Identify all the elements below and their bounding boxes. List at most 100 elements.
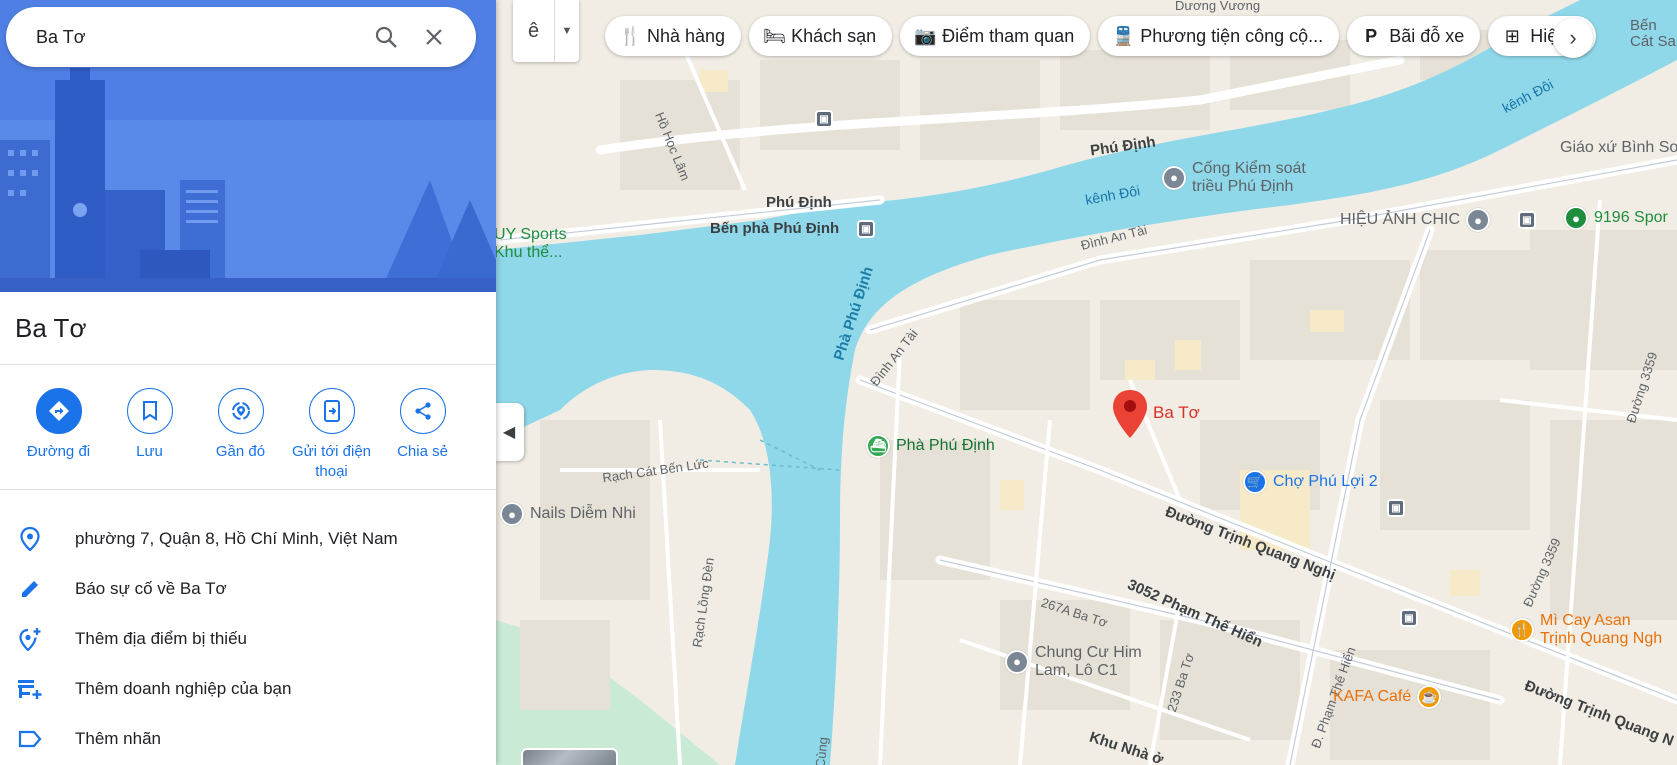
bus-stop-icon[interactable]: ▣ [1518,211,1536,229]
chip-label: Phương tiện công cộ... [1140,25,1324,46]
poi-giao-xu[interactable]: ✚ Giáo xứ Bình Sơn [1560,136,1677,160]
send-to-phone-icon [308,388,355,434]
street-view-thumbnail[interactable] [521,748,618,765]
chevron-down-icon[interactable]: ▼ [555,0,579,62]
sports-icon: ● [1564,206,1588,230]
chip-transit[interactable]: 🚆 Phương tiện công cộ... [1098,16,1340,56]
search-input[interactable] [36,26,358,48]
restaurant-icon: 🍴 [1510,618,1534,642]
save-button[interactable]: Lưu [104,388,195,482]
share-icon [399,388,446,434]
poi-label-ben-pha[interactable]: Bến phà Phú Định [710,220,839,237]
action-label: Gửi tới điện thoại [291,443,372,480]
address-text: phường 7, Quận 8, Hồ Chí Minh, Việt Nam [75,529,398,548]
parking-icon: P [1365,25,1378,46]
chip-hotels[interactable]: 🛏 Khách sạn [749,16,893,56]
bus-stop-icon[interactable]: ▣ [1387,499,1405,517]
close-icon [426,29,442,45]
poi-name: Giáo xứ Bình Sơn [1560,139,1677,156]
input-tools-button[interactable]: ê ▼ [513,0,579,62]
camera-icon: 📷 [914,25,937,46]
place-marker-icon: ● [1466,208,1491,232]
place-marker-icon: ● [1162,166,1186,190]
location-pin-icon [0,527,75,551]
side-panel: Ba Tơ Đường đi Lưu Gần đó Gửi tới điện t… [0,0,496,765]
send-to-phone-button[interactable]: Gửi tới điện thoại [286,388,377,482]
poi-ben-cat[interactable]: Bến Cát Sa [1630,18,1676,50]
poi-name: Phà Phú Định [896,437,995,454]
shopping-cart-icon: 🛒 [1243,470,1267,494]
report-issue-text: Báo sự cố về Ba Tơ [75,579,227,598]
add-business-row[interactable]: Thêm doanh nghiệp của bạn [0,664,496,714]
poi-name: UY Sports Khu thể... [494,226,567,261]
road-label: Dương Vương [1175,0,1261,13]
action-label: Gần đó [215,443,266,460]
chip-label: Nhà hàng [647,25,726,46]
poi-cho-phu-loi[interactable]: 🛒 Chợ Phú Lợi 2 [1243,470,1378,494]
chip-label: Điểm tham quan [942,25,1075,46]
add-label-text: Thêm nhãn [75,729,161,748]
chevron-right-icon: › [1569,25,1577,50]
nearby-button[interactable]: Gần đó [195,388,286,482]
ferry-icon: ⛴ [866,434,890,458]
search-box[interactable] [6,7,476,67]
road-label: Cùng [812,736,831,765]
divider [0,489,496,490]
poi-name: Nails Diễm Nhi [530,505,636,522]
poi-name: 9196 Spor [1594,209,1668,226]
selected-place-pin[interactable] [1113,390,1147,443]
add-label-row[interactable]: Thêm nhãn [0,714,496,764]
poi-pha-phu-dinh[interactable]: ⛴ Phà Phú Định [866,434,995,458]
poi-name: Mì Cay Asan Trịnh Quang Ngh [1540,612,1663,647]
add-missing-place-text: Thêm địa điểm bị thiếu [75,629,247,648]
bookmark-icon [126,388,173,434]
label-icon [0,730,75,748]
action-label: Đường đi [26,443,91,460]
bus-stop-icon[interactable]: ▣ [1400,609,1418,627]
poi-kafa[interactable]: ☕ KAFA Café [1333,685,1442,709]
poi-mi-cay[interactable]: 🍴 Mì Cay Asan Trịnh Quang Ngh [1510,612,1662,648]
poi-uy-sports[interactable]: UY Sports Khu thể... [494,226,567,262]
directions-button[interactable]: Đường đi [13,388,104,482]
poi-nails[interactable]: ● Nails Diễm Nhi [500,502,636,526]
place-title: Ba Tơ [15,313,87,343]
input-tool-keyboard[interactable]: ê [513,0,555,62]
poi-name: HIỆU ẢNH CHIC [1340,211,1461,228]
hotel-icon: 🛏 [763,25,786,46]
chip-parking[interactable]: P Bãi đỗ xe [1347,16,1481,56]
chip-restaurants[interactable]: 🍴 Nhà hàng [605,16,742,56]
ferry-terminal-icon[interactable]: ▣ [857,220,875,238]
report-issue-row[interactable]: Báo sự cố về Ba Tơ [0,564,496,614]
chip-attractions[interactable]: 📷 Điểm tham quan [900,16,1091,56]
road-label: Phú Định [766,194,832,211]
poi-9196-sports[interactable]: ● 9196 Spor [1564,206,1668,230]
poi-name: Chợ Phú Lợi 2 [1273,473,1378,490]
clear-search-button[interactable] [414,17,454,57]
poi-cong-kiem-soat[interactable]: ● Cống Kiểm soát triều Phú Định [1162,160,1306,196]
map-pin-icon [1113,390,1147,438]
divider [0,364,496,365]
place-hero-image [0,0,496,292]
poi-name: Chung Cư Him Lam, Lô C1 [1035,644,1142,679]
directions-icon [35,388,82,434]
nearby-icon [217,388,264,434]
chevron-left-icon: ◀ [502,424,516,441]
category-chips: 🍴 Nhà hàng 🛏 Khách sạn 📷 Điểm tham quan … [605,16,1597,56]
poi-hieu-anh-chic[interactable]: ● HIỆU ẢNH CHIC [1340,208,1491,232]
poi-chung-cu[interactable]: ● Chung Cư Him Lam, Lô C1 [1005,644,1142,680]
collapse-panel-button[interactable]: ◀ [494,403,524,461]
chip-label: Bãi đỗ xe [1389,25,1465,46]
add-missing-place-row[interactable]: Thêm địa điểm bị thiếu [0,614,496,664]
share-button[interactable]: Chia sẻ [377,388,468,482]
bus-stop-icon[interactable]: ▣ [815,110,833,128]
search-button[interactable] [366,17,406,57]
add-place-icon [0,627,75,651]
cafe-icon: ☕ [1417,685,1442,709]
selected-place-label[interactable]: Ba Tơ [1153,403,1200,423]
address-row[interactable]: phường 7, Quận 8, Hồ Chí Minh, Việt Nam [0,514,496,564]
chips-next-button[interactable]: › [1553,18,1593,58]
transit-icon: 🚆 [1112,25,1135,46]
action-label: Lưu [136,443,163,460]
search-icon [375,26,397,48]
poi-name: KAFA Café [1333,688,1412,705]
